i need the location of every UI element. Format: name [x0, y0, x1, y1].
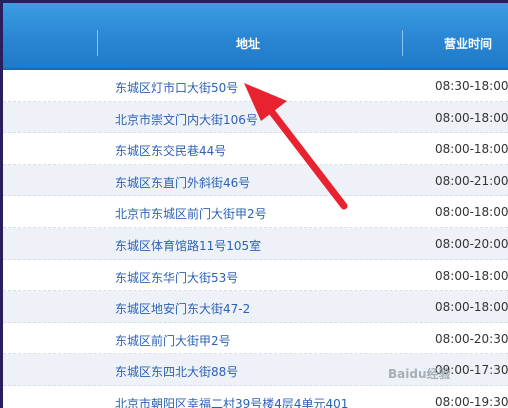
- business-hours: 08:00-18:00: [435, 205, 508, 220]
- column-header-address[interactable]: 地址: [236, 35, 260, 52]
- table-row: 东城区东交民巷44号 08:00-18:00: [3, 133, 508, 165]
- business-hours: 08:00-21:00: [435, 173, 508, 188]
- address-link[interactable]: 北京市朝阳区幸福二村39号楼4层4单元401: [115, 395, 348, 408]
- header-divider: [402, 30, 403, 56]
- address-link[interactable]: 东城区东四北大街88号: [115, 363, 238, 380]
- table-header: 地址 营业时间: [3, 3, 508, 70]
- business-hours: 08:00-20:30: [435, 331, 508, 346]
- column-header-hours[interactable]: 营业时间: [444, 35, 492, 52]
- business-hours: 08:00-18:00: [435, 268, 508, 283]
- address-link[interactable]: 东城区东交民巷44号: [115, 142, 226, 159]
- business-hours: 08:00-19:30: [435, 394, 508, 408]
- address-link[interactable]: 东城区东华门大街53号: [115, 269, 238, 286]
- table-row: 东城区东华门大街53号 08:00-18:00: [3, 260, 508, 292]
- address-link[interactable]: 东城区灯市口大街50号: [115, 79, 238, 96]
- address-link[interactable]: 北京市崇文门内大街106号: [115, 111, 258, 128]
- table-row: 北京市朝阳区幸福二村39号楼4层4单元401 08:00-19:30: [3, 386, 508, 408]
- table-row: 北京市崇文门内大街106号 08:00-18:00: [3, 101, 508, 134]
- header-divider: [97, 30, 98, 56]
- table-row: 东城区灯市口大街50号 08:30-18:00: [3, 70, 508, 102]
- address-link[interactable]: 东城区前门大街甲2号: [115, 332, 231, 349]
- business-hours: 08:00-18:00: [435, 300, 508, 315]
- business-hours: 08:00-20:00: [435, 236, 508, 251]
- business-hours: 08:00-18:00: [435, 142, 508, 157]
- table-row: 东城区地安门东大街47-2 08:00-18:00: [3, 291, 508, 323]
- table-row: 东城区东直门外斜街46号 08:00-21:00: [3, 164, 508, 197]
- table-body: 东城区灯市口大街50号 08:30-18:00 北京市崇文门内大街106号 08:00…: [3, 70, 508, 408]
- watermark: Baidu经验: [388, 367, 451, 381]
- table-row: 北京市东城区前门大街甲2号 08:00-18:00: [3, 196, 508, 228]
- business-hours: 08:00-18:00: [435, 110, 508, 125]
- business-hours: 08:30-18:00: [435, 79, 508, 93]
- table-row: 东城区体育馆路11号105室 08:00-20:00: [3, 227, 508, 260]
- address-link[interactable]: 东城区体育馆路11号105室: [115, 237, 261, 254]
- address-link[interactable]: 东城区东直门外斜街46号: [115, 174, 250, 191]
- address-link[interactable]: 东城区地安门东大街47-2: [115, 300, 250, 317]
- window-frame: 地址 营业时间 东城区灯市口大街50号 08:30-18:00 北京市崇文门内大街1…: [3, 3, 508, 408]
- table-row: 东城区前门大街甲2号 08:00-20:30: [3, 323, 508, 355]
- address-link[interactable]: 北京市东城区前门大街甲2号: [115, 205, 267, 222]
